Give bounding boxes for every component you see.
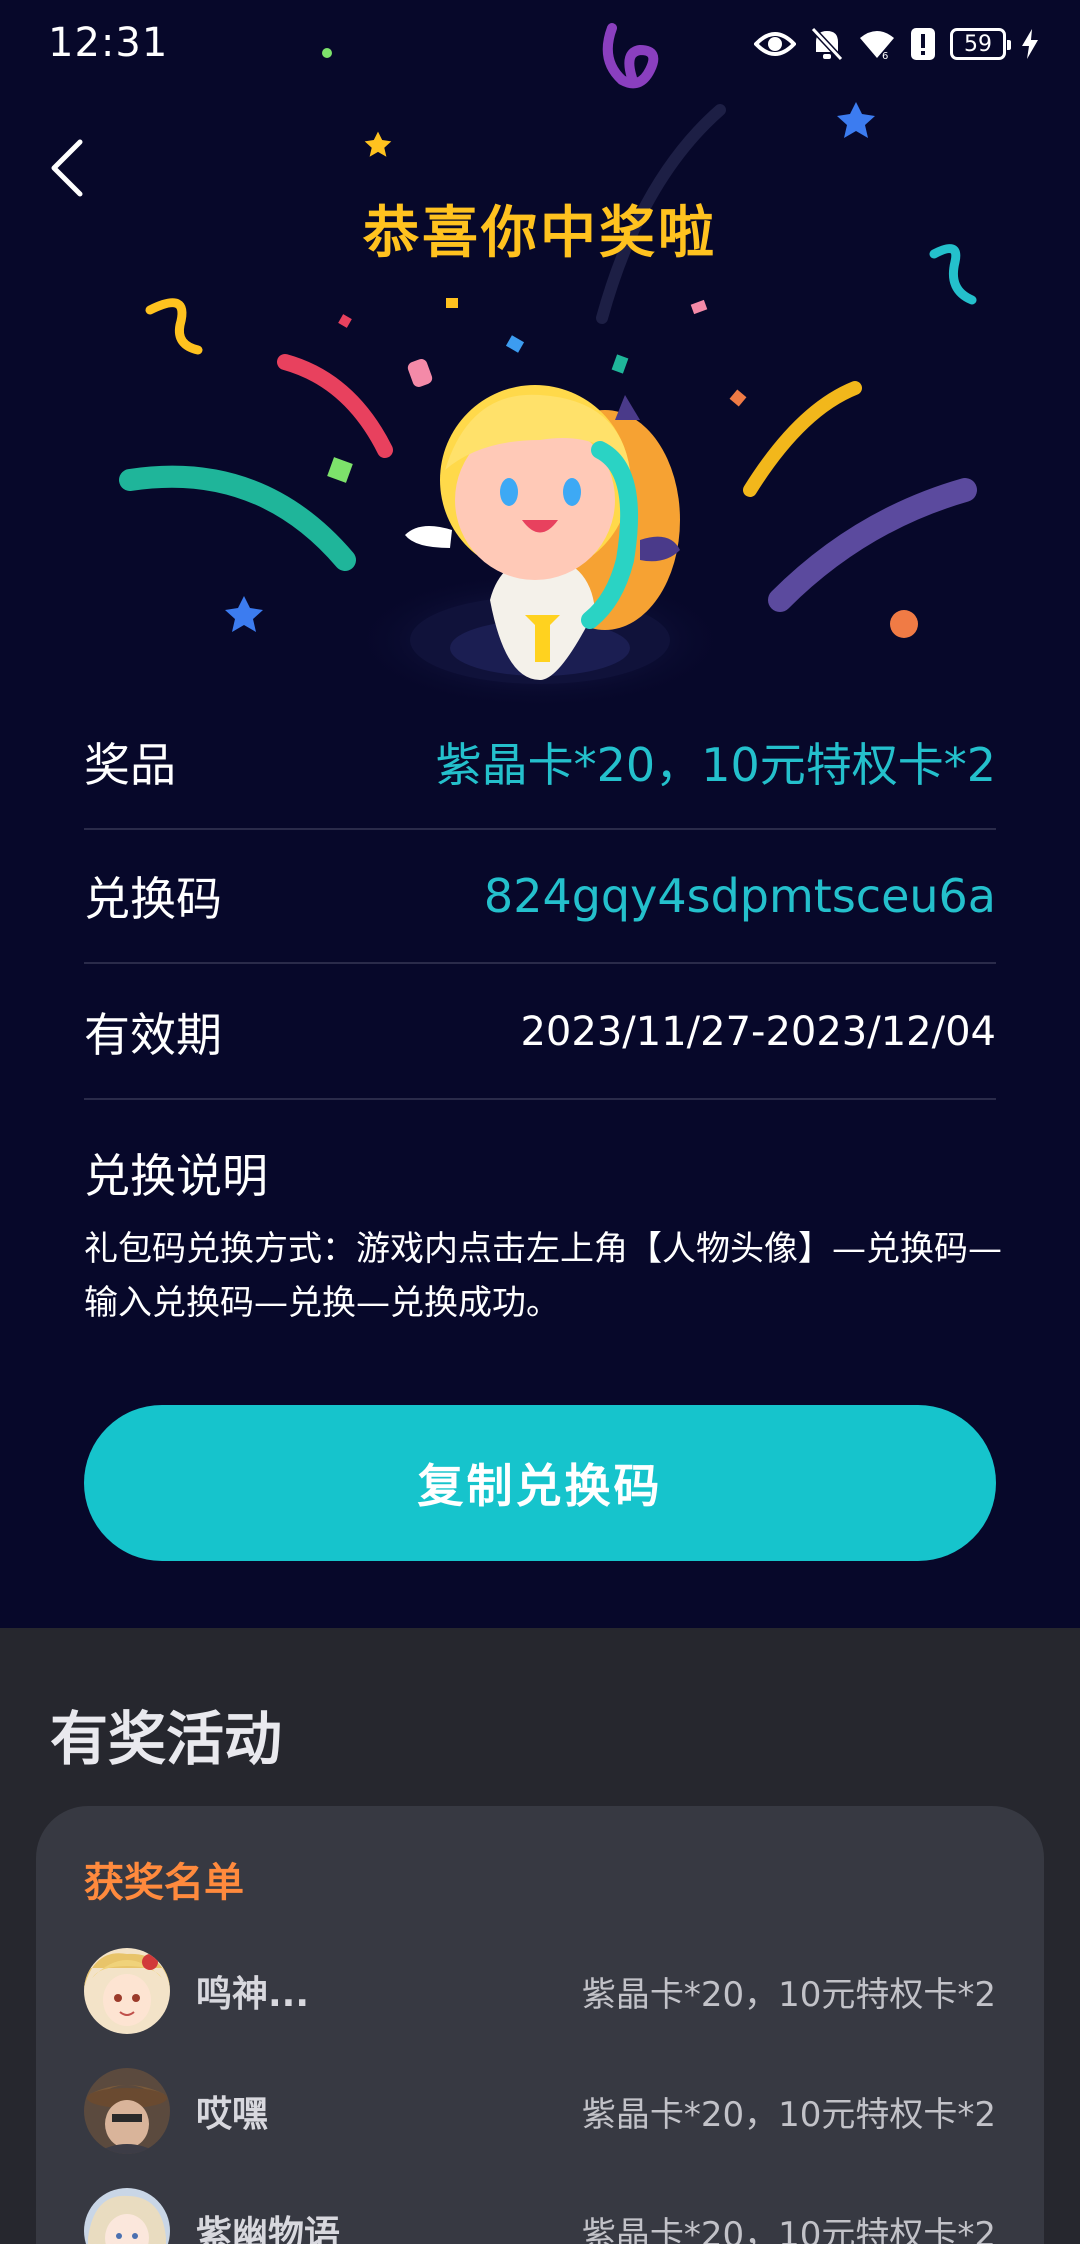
redeem-code-value[interactable]: 824gqy4sdpmtsceu6a bbox=[484, 869, 996, 923]
activities-title: 有奖活动 bbox=[50, 1705, 283, 1773]
winner-name: 鸣神... bbox=[196, 1974, 310, 2015]
activities-section: 有奖活动 获奖名单 鸣神... 紫晶卡*20，10元特权卡*2 哎嘿 紫晶卡*2… bbox=[0, 1628, 1080, 2244]
winner-prize: 紫晶卡*20，10元特权卡*2 bbox=[581, 2094, 996, 2135]
instructions-title: 兑换说明 bbox=[84, 1149, 268, 1203]
validity-label: 有效期 bbox=[84, 1008, 222, 1062]
prize-result-panel: 12:31 6 59 恭喜你中奖啦 奖品 紫晶卡*20，10元特权卡*2 兑换码… bbox=[0, 0, 1080, 1628]
winners-title: 获奖名单 bbox=[84, 1860, 244, 1906]
avatar[interactable] bbox=[84, 2188, 170, 2244]
validity-value: 2023/11/27-2023/12/04 bbox=[520, 1009, 996, 1055]
code-row: 兑换码 824gqy4sdpmtsceu6a bbox=[84, 830, 996, 964]
avatar[interactable] bbox=[84, 2068, 170, 2154]
celebration-illustration bbox=[119, 23, 977, 710]
winners-card: 获奖名单 鸣神... 紫晶卡*20，10元特权卡*2 哎嘿 紫晶卡*20，10元… bbox=[36, 1806, 1044, 2244]
instructions-text: 礼包码兑换方式：游戏内点击左上角【人物头像】—兑换码—输入兑换码—兑换—兑换成功… bbox=[84, 1229, 1002, 1323]
winner-name: 紫幽物语 bbox=[196, 2214, 341, 2244]
winner-row: 哎嘿 紫晶卡*20，10元特权卡*2 bbox=[84, 2066, 996, 2156]
prize-row: 奖品 紫晶卡*20，10元特权卡*2 bbox=[84, 696, 996, 830]
winner-prize: 紫晶卡*20，10元特权卡*2 bbox=[581, 2214, 996, 2244]
code-label: 兑换码 bbox=[84, 872, 222, 926]
validity-row: 有效期 2023/11/27-2023/12/04 bbox=[84, 966, 996, 1100]
winner-row: 紫幽物语 紫晶卡*20，10元特权卡*2 bbox=[84, 2186, 996, 2244]
avatar[interactable] bbox=[84, 1948, 170, 2034]
prize-value: 紫晶卡*20，10元特权卡*2 bbox=[435, 738, 996, 792]
winner-name: 哎嘿 bbox=[196, 2094, 269, 2135]
copy-code-button[interactable]: 复制兑换码 bbox=[84, 1405, 996, 1561]
winner-row: 鸣神... 紫晶卡*20，10元特权卡*2 bbox=[84, 1946, 996, 2036]
winner-prize: 紫晶卡*20，10元特权卡*2 bbox=[581, 1974, 996, 2015]
page-title: 恭喜你中奖啦 bbox=[363, 201, 717, 266]
prize-label: 奖品 bbox=[84, 738, 176, 792]
